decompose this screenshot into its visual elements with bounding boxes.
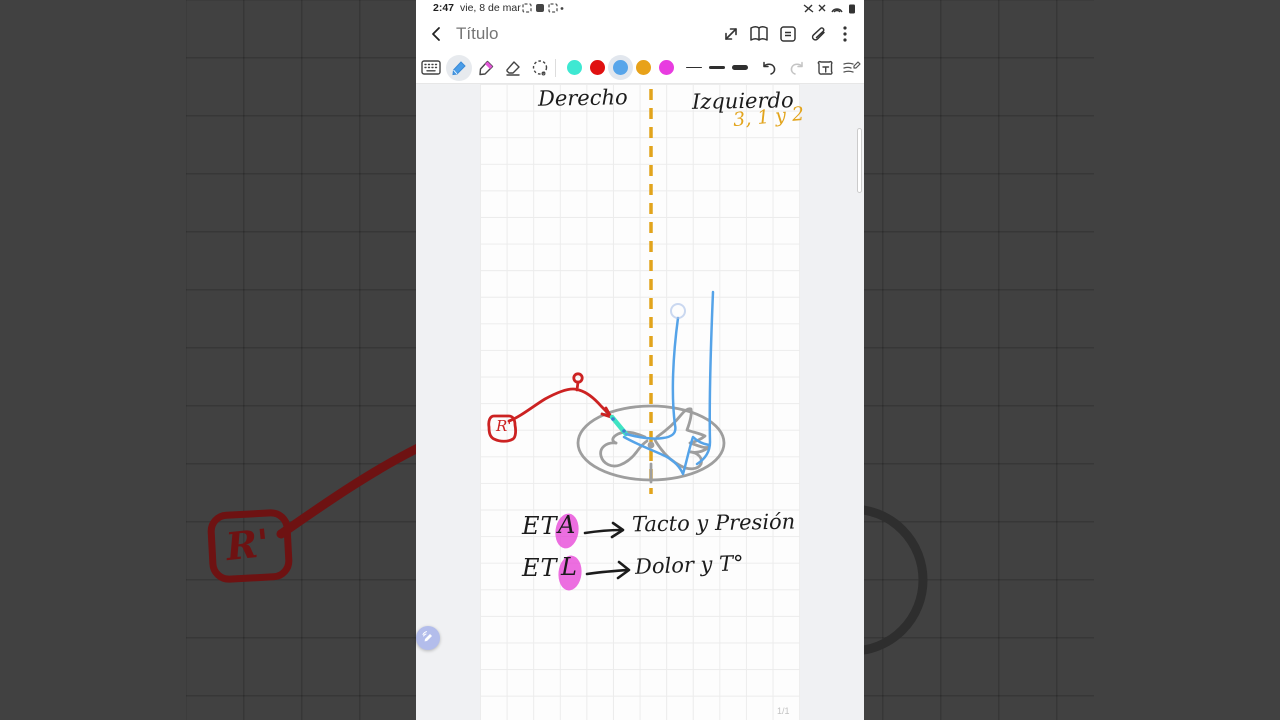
legend-arrows — [583, 521, 631, 580]
background-circle — [864, 505, 928, 655]
lasso-select-tool[interactable] — [527, 55, 553, 81]
note-title[interactable]: Título — [456, 24, 499, 44]
note-canvas[interactable]: Derecho Izquierdo 3, 1 y 2 R' ET A Tacto… — [416, 84, 864, 720]
title-bar: Título — [416, 16, 864, 52]
background-left: R' — [0, 0, 416, 720]
color-swatch-magenta[interactable] — [659, 60, 674, 75]
more-menu-icon[interactable] — [834, 23, 856, 45]
drawing-toolbar — [416, 52, 864, 84]
keyboard-tool[interactable] — [418, 55, 444, 81]
pen-tool[interactable] — [446, 55, 472, 81]
legend2-prefix: ET — [522, 554, 558, 582]
legend2-highlighted-letter: L — [561, 553, 578, 581]
color-swatch-cyan[interactable] — [567, 60, 582, 75]
undo-button[interactable] — [756, 55, 782, 81]
eraser-tool[interactable] — [500, 55, 526, 81]
central-canal-dot — [647, 441, 655, 449]
floating-pen-button[interactable] — [416, 626, 440, 650]
notification-icons — [522, 3, 564, 13]
background-receptor-label: R' — [223, 519, 272, 570]
expand-icon[interactable] — [720, 23, 742, 45]
color-swatch-blue-selected[interactable] — [613, 60, 628, 75]
wifi-icon — [831, 8, 843, 13]
convert-to-text-tool[interactable] — [812, 55, 838, 81]
stroke-width-medium[interactable] — [709, 65, 725, 69]
color-swatch-red[interactable] — [590, 60, 605, 75]
stroke-width-thick[interactable] — [732, 64, 748, 70]
back-button[interactable] — [428, 25, 446, 43]
status-date: vie, 8 de mar — [460, 2, 521, 14]
canvas-scrollbar[interactable] — [857, 128, 862, 193]
ink-drawing — [487, 89, 726, 591]
system-status-icons — [803, 4, 855, 14]
page-template-icon[interactable] — [777, 23, 799, 45]
status-bar: 2:47 vie, 8 de mar — [416, 0, 864, 16]
highlighter-tool[interactable] — [473, 55, 499, 81]
receptor-label: R' — [496, 417, 512, 435]
legend2-text: Dolor y T° — [634, 551, 744, 579]
toolbar-divider — [555, 59, 556, 77]
page-indicator: 1/1 — [777, 706, 790, 716]
mute-icon — [818, 4, 826, 12]
legend1-highlighted-letter: A — [558, 511, 577, 539]
color-swatch-orange[interactable] — [636, 60, 651, 75]
clock: 2:47 — [433, 2, 455, 14]
pen-icon — [422, 631, 432, 642]
background-right — [864, 0, 1280, 720]
battery-icon — [849, 4, 855, 14]
legend1-text: Tacto y Presión — [631, 509, 796, 537]
legend1-prefix: ET — [522, 512, 558, 540]
phone-screen: 2:47 vie, 8 de mar Título Derecho Izquie… — [416, 0, 864, 720]
synapse-dot — [611, 417, 615, 421]
synapse-dot — [622, 429, 626, 433]
stroke-width-thin[interactable] — [686, 66, 702, 69]
attachment-icon[interactable] — [807, 23, 829, 45]
straighten-handwriting-tool[interactable] — [839, 55, 865, 81]
redo-button[interactable] — [784, 55, 810, 81]
heading-derecho: Derecho — [537, 85, 628, 111]
background-strokes — [207, 443, 416, 583]
reader-view-icon[interactable] — [748, 23, 770, 45]
